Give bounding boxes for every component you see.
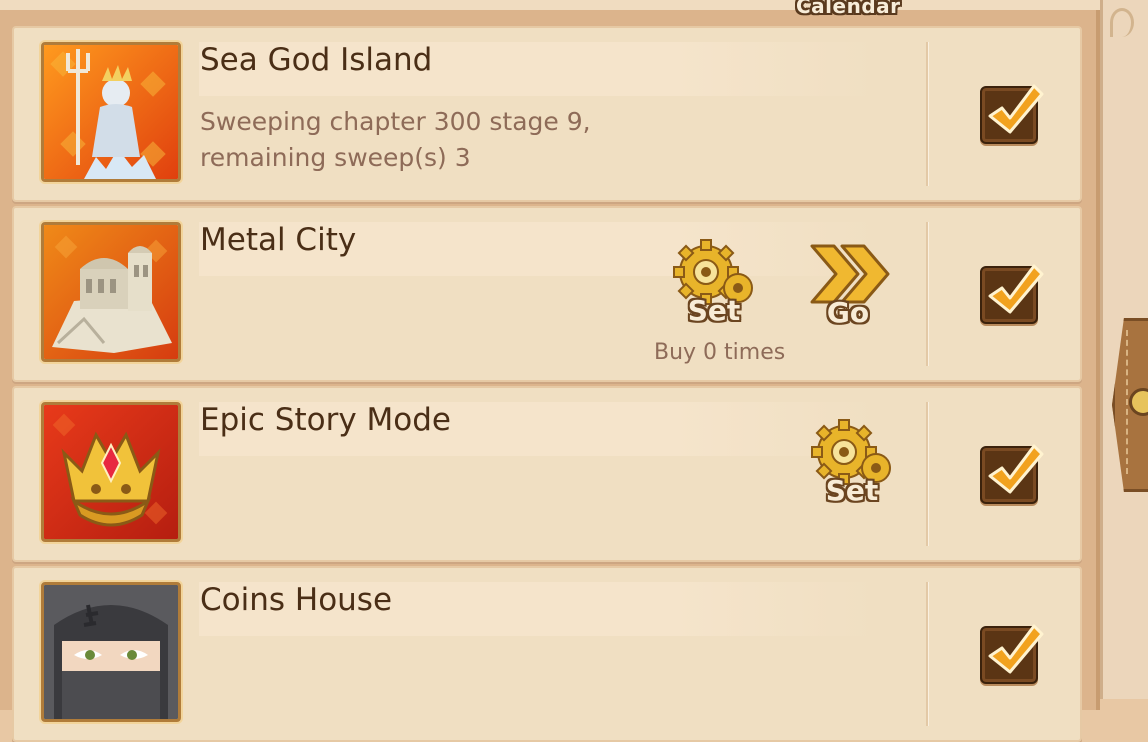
task-row-metal-city: Metal City Set Go Buy 0 times	[12, 206, 1082, 382]
buy-count-text: Buy 0 times	[654, 340, 786, 365]
checkmark-icon	[988, 624, 1044, 674]
row-divider	[926, 402, 928, 546]
task-row-coins-house: Coins House	[12, 566, 1082, 742]
task-checkbox[interactable]	[980, 444, 1044, 504]
metal-city-building-icon	[41, 222, 181, 362]
set-button-label: Set	[825, 474, 879, 507]
go-button-label: Go	[826, 296, 870, 329]
checkmark-icon	[988, 264, 1044, 314]
task-checkbox[interactable]	[980, 624, 1044, 684]
scroll-ornament-icon	[1110, 8, 1134, 37]
description-line: remaining sweep(s) 3	[200, 143, 471, 172]
row-divider	[926, 582, 928, 726]
sea-god-statue-icon	[41, 42, 181, 182]
task-title: Sea God Island	[200, 42, 433, 78]
task-row-epic-story-mode: Epic Story Mode Set	[12, 386, 1082, 562]
golden-crown-icon	[41, 402, 181, 542]
task-checkbox[interactable]	[980, 84, 1044, 144]
task-title: Coins House	[200, 582, 393, 618]
task-checkbox[interactable]	[980, 264, 1044, 324]
set-button-label: Set	[687, 294, 741, 327]
row-divider	[926, 222, 928, 366]
description-line: Sweeping chapter 300 stage 9,	[200, 107, 591, 136]
task-title: Epic Story Mode	[200, 402, 451, 438]
task-description: Sweeping chapter 300 stage 9, remaining …	[200, 104, 840, 176]
task-row-sea-god-island: Sea God Island Sweeping chapter 300 stag…	[12, 26, 1082, 202]
checkmark-icon	[988, 84, 1044, 134]
calendar-tab-label[interactable]: Calendar	[796, 0, 901, 18]
row-divider	[926, 42, 928, 186]
set-button[interactable]: Set	[666, 238, 762, 334]
task-title: Metal City	[200, 222, 357, 258]
checkmark-icon	[988, 444, 1044, 494]
set-button[interactable]: Set	[804, 418, 900, 514]
go-button[interactable]: Go	[800, 238, 896, 334]
masked-ninja-icon	[41, 582, 181, 722]
